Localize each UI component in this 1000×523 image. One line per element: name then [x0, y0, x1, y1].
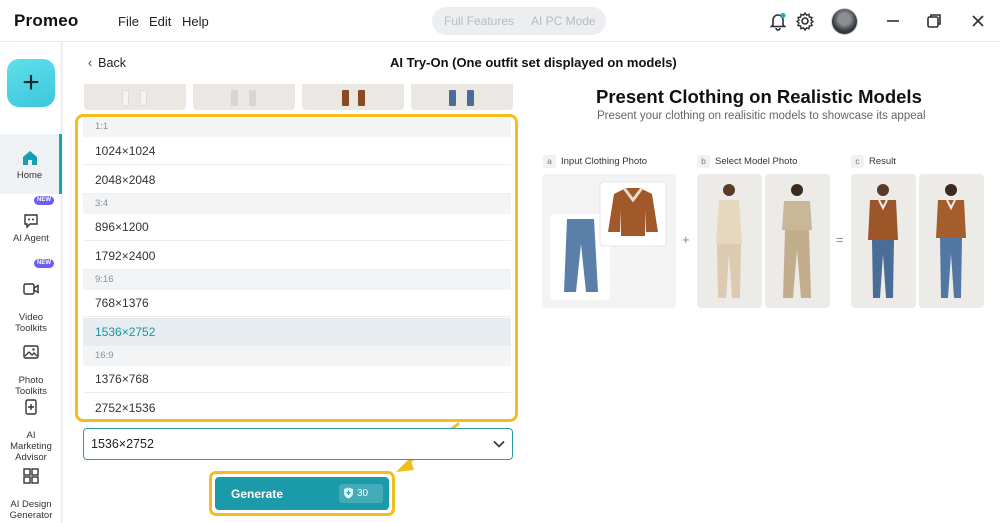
model-thumbnail[interactable] — [84, 84, 186, 110]
sidebar-item-ai-marketing-advisor[interactable]: AI Marketing Advisor — [0, 387, 62, 463]
sidebar-item-ai-agent[interactable]: AI Agent — [0, 212, 62, 258]
result-photo-example — [919, 174, 984, 308]
restore-window-icon[interactable] — [923, 10, 945, 32]
group-label-16-9: 16:9 — [83, 346, 511, 366]
new-badge: NEW — [34, 196, 54, 205]
menu-help[interactable]: Help — [182, 14, 209, 29]
option-2752x1536[interactable]: 2752×1536 — [83, 394, 511, 419]
model-figure — [716, 184, 742, 298]
design-grid-icon — [23, 468, 39, 484]
model-photo-example — [765, 174, 830, 308]
option-896x1200[interactable]: 896×1200 — [83, 213, 511, 241]
ai-agent-icon — [24, 214, 38, 229]
home-icon — [22, 151, 37, 165]
minimize-icon[interactable] — [882, 10, 904, 32]
step-b-label: b Select Model Photo — [697, 155, 797, 168]
sidebar-item-home[interactable]: Home — [0, 134, 62, 194]
notification-bell-icon[interactable] — [767, 10, 789, 32]
settings-gear-icon[interactable] — [794, 10, 816, 32]
model-thumbnail[interactable] — [302, 84, 404, 110]
credit-shield-icon — [344, 487, 353, 499]
feature-subtitle: Present your clothing on realisitic mode… — [597, 110, 926, 122]
step-a-label: a Input Clothing Photo — [543, 155, 647, 168]
plus-icon: + — [22, 66, 40, 99]
user-avatar[interactable] — [831, 8, 858, 35]
group-label-1-1: 1:1 — [83, 117, 511, 137]
group-label-9-16: 9:16 — [83, 270, 511, 290]
option-768x1376[interactable]: 768×1376 — [83, 289, 511, 317]
model-thumbnail[interactable] — [193, 84, 295, 110]
model-figure — [782, 184, 812, 298]
clothing-illustration — [550, 181, 667, 300]
sidebar-item-ai-design-generator[interactable]: AI Design Generator — [0, 456, 62, 521]
app-logo: Promeo — [14, 11, 79, 30]
sidebar-item-photo-toolkits[interactable]: Photo Toolkits — [0, 332, 62, 397]
chevron-down-icon — [493, 440, 505, 448]
model-thumbnail[interactable] — [411, 84, 513, 110]
resolution-select[interactable]: 1536×2752 — [83, 428, 513, 460]
result-photo-example — [851, 174, 916, 308]
step-c-label: c Result — [851, 155, 896, 168]
menu-file[interactable]: File — [118, 14, 139, 29]
generate-button[interactable]: Generate 30 — [215, 477, 389, 510]
menu-edit[interactable]: Edit — [149, 14, 171, 29]
mode-switch[interactable]: Full Features AI PC Mode — [432, 7, 606, 35]
resolution-dropdown-list: 1:1 1024×1024 2048×2048 3:4 896×1200 179… — [75, 114, 518, 422]
option-1024x1024[interactable]: 1024×1024 — [83, 137, 511, 165]
option-2048x2048[interactable]: 2048×2048 — [83, 166, 511, 194]
back-button[interactable]: ‹ Back — [88, 56, 126, 70]
title-bar: Promeo File Edit Help Full Features AI P… — [0, 0, 1000, 42]
model-photo-example — [697, 174, 762, 308]
sidebar: + Home NEW AI Agent NEW Video Toolkits P… — [0, 42, 62, 523]
generate-label: Generate — [231, 487, 284, 501]
photo-icon — [23, 345, 39, 359]
credit-cost: 30 — [339, 484, 383, 503]
new-badge: NEW — [34, 259, 54, 268]
group-label-3-4: 3:4 — [83, 194, 511, 214]
option-1376x768[interactable]: 1376×768 — [83, 365, 511, 393]
sidebar-item-video-toolkits[interactable]: Video Toolkits — [0, 269, 62, 334]
option-1536x2752[interactable]: 1536×2752 — [83, 318, 511, 346]
close-icon[interactable] — [967, 10, 989, 32]
model-thumbnails — [84, 84, 514, 110]
result-figure — [868, 184, 898, 298]
page-title: AI Try-On (One outfit set displayed on m… — [390, 55, 677, 70]
plus-operator: + — [682, 232, 690, 247]
tab-ai-pc-mode[interactable]: AI PC Mode — [531, 14, 596, 28]
result-figure — [936, 184, 966, 298]
create-new-button[interactable]: + — [7, 59, 55, 107]
marketing-icon — [25, 399, 37, 415]
tab-full-features[interactable]: Full Features — [444, 14, 514, 28]
video-icon — [23, 283, 39, 295]
equals-operator: = — [836, 232, 844, 247]
feature-title: Present Clothing on Realistic Models — [596, 86, 922, 107]
resolution-select-value: 1536×2752 — [91, 437, 154, 451]
clothing-photo-example — [542, 174, 676, 308]
chevron-left-icon: ‹ — [88, 56, 93, 70]
option-1792x2400[interactable]: 1792×2400 — [83, 242, 511, 270]
